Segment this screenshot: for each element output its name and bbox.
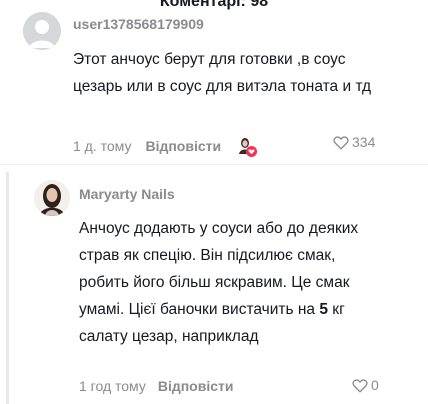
reply-button[interactable]: Відповісти bbox=[145, 138, 221, 154]
comment-meta: 1 д. тому Відповісти bbox=[73, 135, 258, 157]
heart-outline-icon bbox=[333, 136, 349, 150]
comment-meta: 1 год тому Відповісти bbox=[79, 378, 233, 394]
avatar[interactable] bbox=[34, 180, 70, 216]
creator-liked-avatar bbox=[235, 135, 258, 157]
like-count: 0 bbox=[371, 377, 379, 393]
comment-time: 1 год тому bbox=[79, 378, 146, 394]
reply-thread-line bbox=[6, 172, 9, 404]
comment-text: Анчоус додають у соуси або до деяких стр… bbox=[79, 215, 369, 350]
user-photo-icon bbox=[34, 180, 70, 216]
comment-username[interactable]: Maryarty Nails bbox=[79, 186, 175, 202]
like-count: 334 bbox=[352, 134, 376, 150]
comment-text: Этот анчоус берут для готовки ,в соус це… bbox=[73, 51, 372, 95]
comment-username[interactable]: user1378568179909 bbox=[73, 16, 204, 32]
comment-text-part: Анчоус додають у соуси або до деяких стр… bbox=[79, 220, 359, 318]
avatar[interactable] bbox=[23, 12, 61, 50]
divider bbox=[0, 164, 428, 165]
comment-time: 1 д. тому bbox=[73, 138, 132, 154]
heart-badge-icon bbox=[246, 146, 258, 157]
comment-text-bold: 5 bbox=[319, 301, 328, 318]
heart-outline-icon bbox=[352, 379, 368, 393]
reply-button[interactable]: Відповісти bbox=[158, 378, 234, 394]
like-button[interactable]: 334 bbox=[333, 134, 375, 150]
like-button[interactable]: 0 bbox=[352, 377, 379, 393]
default-avatar-icon bbox=[23, 12, 61, 50]
comments-count-title: Коментарі: 98 bbox=[159, 0, 269, 10]
